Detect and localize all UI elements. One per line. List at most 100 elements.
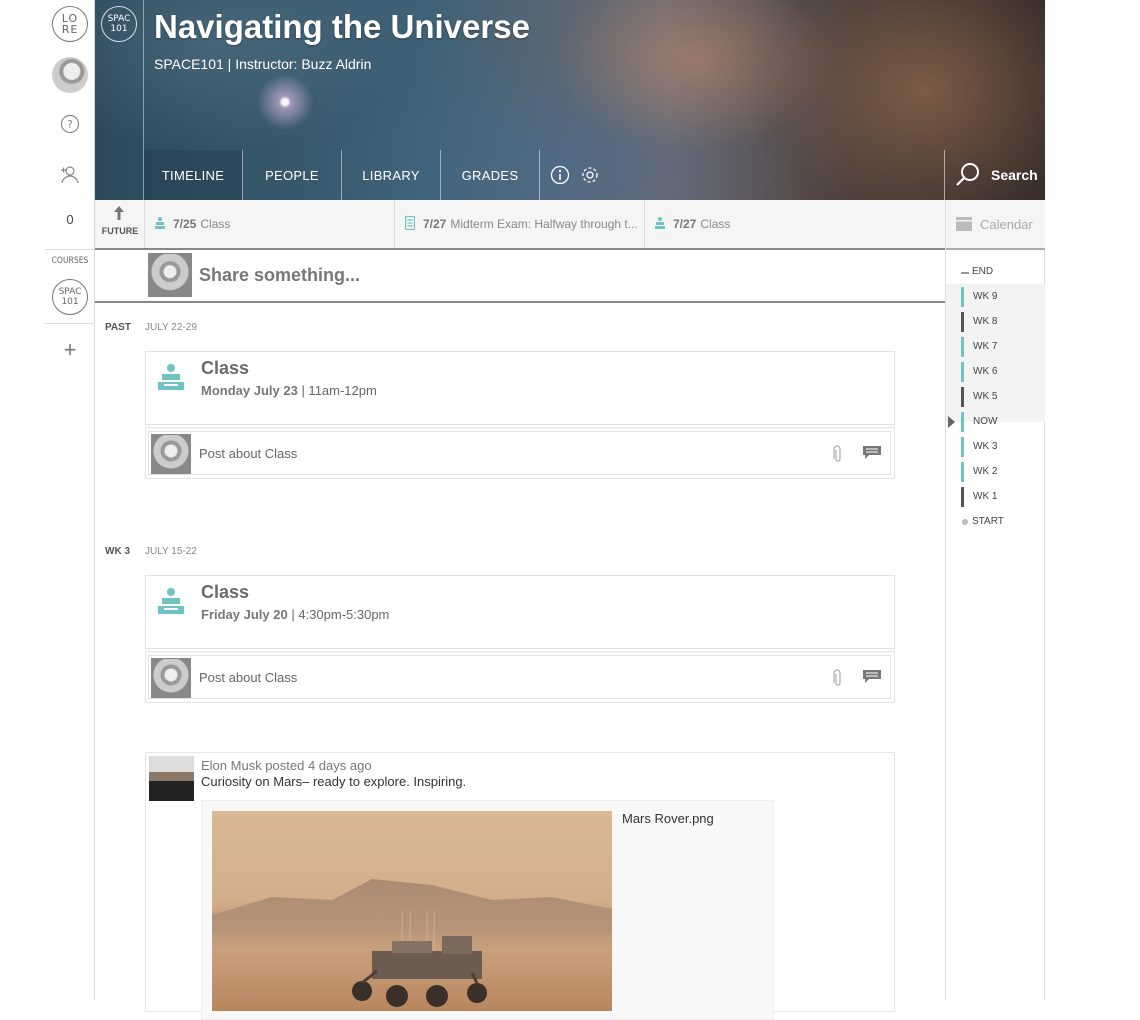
post-input-row[interactable]: Post about Class: [148, 655, 891, 699]
share-input[interactable]: Share something...: [199, 265, 360, 286]
comment-icon[interactable]: [863, 446, 881, 465]
timeline-item-date: 7/27: [673, 217, 697, 231]
comment-icon[interactable]: [863, 670, 881, 689]
calendar-week-3[interactable]: WK 3: [961, 437, 997, 457]
calendar-week-end[interactable]: END: [972, 262, 993, 282]
event-time: | 4:30pm-5:30pm: [291, 607, 390, 622]
add-user-icon[interactable]: [52, 162, 88, 186]
paperclip-icon[interactable]: [833, 445, 843, 468]
feed-post: Elon Musk posted 4 days ago Curiosity on…: [145, 752, 895, 1020]
tab-timeline[interactable]: TIMELINE: [144, 150, 243, 200]
settings-gear-icon[interactable]: [579, 164, 601, 186]
start-marker: [962, 519, 968, 525]
calendar-button[interactable]: Calendar: [946, 200, 1045, 250]
timeline-item[interactable]: 7/27 Class: [645, 200, 945, 248]
calendar-week-2[interactable]: WK 2: [961, 462, 997, 482]
section-date-range: JULY 22-29: [145, 322, 197, 333]
section-label: PAST: [105, 322, 131, 333]
course-logo-line-1: SPAC: [107, 14, 131, 24]
calendar-week-5[interactable]: WK 5: [961, 387, 997, 407]
tab-library[interactable]: LIBRARY: [342, 150, 441, 200]
calendar-week-8[interactable]: WK 8: [961, 312, 997, 332]
course-logo[interactable]: SPAC 101: [101, 6, 137, 42]
course-space101-button[interactable]: SPAC 101: [52, 279, 88, 315]
tab-people[interactable]: PEOPLE: [243, 150, 342, 200]
post-body: Curiosity on Mars– ready to explore. Ins…: [201, 774, 467, 789]
event-datetime: Friday July 20 | 4:30pm-5:30pm: [201, 607, 389, 622]
avatar: [151, 658, 191, 698]
section-date-range: JULY 15-22: [145, 546, 197, 557]
event-time: | 11am-12pm: [301, 383, 377, 398]
course-line-1: SPAC: [58, 287, 82, 297]
user-avatar[interactable]: [52, 57, 88, 93]
calendar-week-6[interactable]: WK 6: [961, 362, 997, 382]
post-input[interactable]: Post about Class: [199, 670, 297, 685]
post-input[interactable]: Post about Class: [199, 446, 297, 461]
calendar-week-now[interactable]: NOW: [961, 412, 997, 432]
help-icon[interactable]: ?: [52, 112, 88, 136]
exam-icon: [404, 215, 416, 233]
course-subtitle: SPACE101 | Instructor: Buzz Aldrin: [154, 56, 372, 72]
timeline-item-text: Midterm Exam: Halfway through t...: [450, 217, 638, 231]
attachment-image[interactable]: [212, 811, 612, 1011]
logo-line-2: RE: [61, 23, 79, 36]
timeline-item-date: 7/27: [423, 217, 447, 231]
rover-image: [352, 911, 487, 1007]
event-card[interactable]: Class Friday July 20 | 4:30pm-5:30pm: [145, 575, 895, 649]
section-label: WK 3: [105, 546, 130, 557]
timeline-item[interactable]: 7/27 Midterm Exam: Halfway through t...: [395, 200, 645, 248]
attachment[interactable]: Mars Rover.png: [201, 800, 774, 1020]
future-label: FUTURE: [101, 226, 139, 236]
calendar-label: Calendar: [980, 216, 1033, 232]
header-logo-column: SPAC 101: [95, 0, 144, 200]
calendar-panel: Calendar END WK 9 WK 8 WK 7 WK 6 WK 5 NO…: [945, 200, 1045, 1000]
class-icon: [158, 586, 184, 621]
timeline-item[interactable]: 7/25 Class: [145, 200, 395, 248]
calendar-week-1[interactable]: WK 1: [961, 487, 997, 507]
calendar-icon: [956, 217, 972, 231]
avatar[interactable]: [149, 756, 194, 801]
rail-divider: [45, 249, 95, 250]
timeline-item-text: Class: [700, 217, 731, 231]
post-box: Post about Class: [145, 427, 895, 479]
event-card[interactable]: Class Monday July 23 | 11am-12pm: [145, 351, 895, 425]
calendar-week-start[interactable]: START: [972, 512, 1004, 532]
future-button[interactable]: FUTURE: [95, 200, 145, 248]
course-tabs: TIMELINE PEOPLE LIBRARY GRADES: [144, 150, 540, 200]
notifications-count[interactable]: 0: [52, 212, 88, 227]
timeline-item-text: Class: [200, 217, 231, 231]
rail-divider: [45, 323, 95, 324]
event-day: Friday July 20: [201, 607, 288, 622]
class-icon: [158, 362, 184, 397]
event-datetime: Monday July 23 | 11am-12pm: [201, 383, 377, 398]
left-rail: LO RE ? 0 COURSES SPAC 101 +: [0, 0, 95, 1000]
search-icon: [956, 163, 979, 186]
tab-grades[interactable]: GRADES: [441, 150, 540, 200]
end-marker: [961, 272, 969, 274]
add-course-button[interactable]: +: [52, 337, 88, 363]
share-divider: [95, 301, 945, 303]
event-day: Monday July 23: [201, 383, 298, 398]
post-input-row[interactable]: Post about Class: [148, 431, 891, 475]
courses-label: COURSES: [51, 256, 89, 266]
attachment-name[interactable]: Mars Rover.png: [622, 811, 714, 826]
timeline-item-date: 7/25: [173, 217, 197, 231]
avatar: [151, 434, 191, 474]
search-label: Search: [991, 167, 1038, 183]
course-title: Navigating the Universe: [154, 8, 530, 45]
post-box: Post about Class: [145, 651, 895, 703]
class-icon: [655, 216, 665, 233]
calendar-week-9[interactable]: WK 9: [961, 287, 997, 307]
now-arrow-icon: [948, 416, 955, 428]
calendar-week-7[interactable]: WK 7: [961, 337, 997, 357]
lore-logo[interactable]: LO RE: [52, 6, 88, 42]
event-title: Class: [201, 582, 250, 602]
share-avatar: [148, 253, 192, 297]
timeline-bar: FUTURE 7/25 Class 7/27 Midterm Exam: Hal…: [95, 200, 945, 250]
search-button[interactable]: Search: [944, 150, 1045, 200]
class-icon: [155, 216, 165, 233]
info-icon[interactable]: [549, 164, 571, 186]
svg-text:?: ?: [67, 118, 73, 131]
paperclip-icon[interactable]: [833, 669, 843, 692]
event-title: Class: [201, 358, 250, 378]
